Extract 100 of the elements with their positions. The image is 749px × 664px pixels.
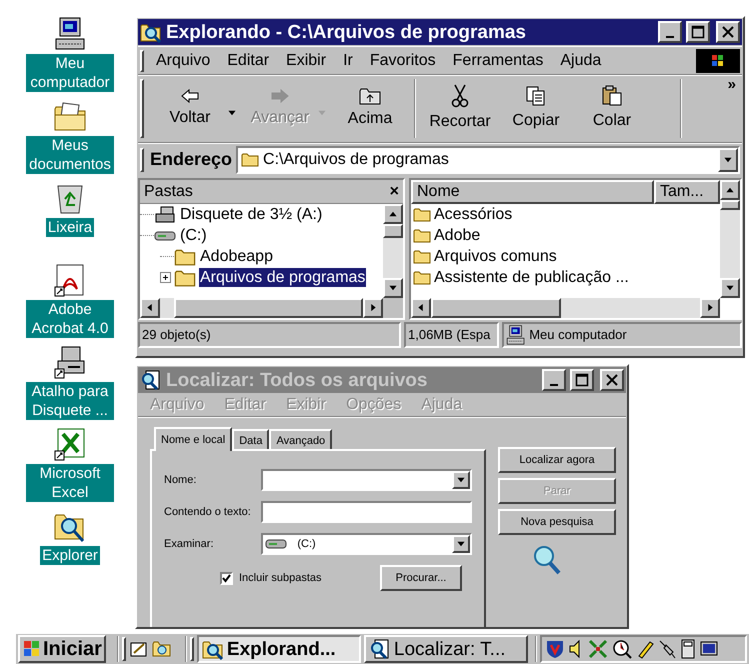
task-button[interactable]: Explorand... bbox=[196, 635, 361, 663]
calculator-icon[interactable] bbox=[680, 639, 696, 659]
close-pane-button[interactable]: × bbox=[390, 184, 399, 200]
scroll-down-button[interactable] bbox=[720, 278, 740, 298]
maximize-button[interactable] bbox=[686, 21, 710, 43]
maximize-button[interactable] bbox=[570, 369, 594, 391]
tree-item[interactable]: Adobeapp bbox=[199, 247, 274, 266]
horizontal-scrollbar[interactable] bbox=[411, 298, 720, 318]
scroll-up-button[interactable] bbox=[720, 180, 740, 200]
horizontal-scrollbar[interactable] bbox=[140, 298, 383, 318]
folder-icon bbox=[241, 152, 260, 167]
up-arrow-icon bbox=[726, 186, 734, 194]
scroll-thumb[interactable] bbox=[383, 224, 403, 238]
tree-item[interactable]: Disquete de 3½ (A:) bbox=[179, 205, 324, 224]
scroll-thumb[interactable] bbox=[431, 298, 561, 318]
desktop-icon-label[interactable]: Explorer bbox=[40, 546, 100, 565]
check-icon bbox=[222, 574, 231, 582]
menu-item[interactable]: Favoritos bbox=[370, 48, 436, 72]
dropdown-field[interactable]: (C:) bbox=[261, 533, 472, 555]
close-icon bbox=[605, 373, 619, 387]
folder-icon bbox=[413, 228, 431, 243]
shield-icon[interactable] bbox=[546, 639, 564, 659]
down-arrow-icon bbox=[726, 284, 734, 292]
dropdown-button[interactable] bbox=[718, 148, 738, 172]
field-label: Contendo o texto: bbox=[164, 504, 252, 520]
desktop-icon-label[interactable]: Meus documentos bbox=[26, 136, 114, 174]
minimize-icon bbox=[666, 36, 674, 38]
close-button[interactable] bbox=[600, 369, 624, 391]
expand-icon[interactable] bbox=[160, 272, 171, 283]
dropdown-button[interactable] bbox=[452, 471, 470, 489]
flag-logo-icon bbox=[711, 54, 725, 68]
scroll-left-button[interactable] bbox=[140, 298, 160, 318]
scroll-right-button[interactable] bbox=[363, 298, 383, 318]
column-header[interactable]: Tam... bbox=[654, 180, 720, 204]
address-field[interactable]: C:\Arquivos de programas bbox=[236, 146, 740, 174]
minimize-button[interactable] bbox=[542, 369, 566, 391]
desktop-icon-label[interactable]: Adobe Acrobat 4.0 bbox=[26, 300, 114, 338]
maximize-icon bbox=[691, 25, 705, 39]
action-button[interactable]: Nova pesquisa bbox=[498, 509, 616, 535]
plug-icon[interactable] bbox=[658, 639, 676, 659]
tab[interactable]: Avançado bbox=[269, 429, 332, 449]
checkbox[interactable] bbox=[220, 572, 233, 584]
action-button[interactable]: Localizar agora bbox=[498, 447, 616, 473]
menu-item[interactable]: Exibir bbox=[286, 48, 326, 72]
browse-button[interactable]: Procurar... bbox=[380, 565, 462, 591]
caret-icon bbox=[228, 109, 236, 117]
file-name[interactable]: Adobe bbox=[434, 224, 480, 248]
menu-item[interactable]: Editar bbox=[227, 48, 270, 72]
drive-icon bbox=[154, 230, 176, 242]
computer-icon bbox=[54, 17, 86, 51]
desktop-icon-label[interactable]: Lixeira bbox=[46, 218, 94, 237]
column-header[interactable]: Nome bbox=[411, 180, 654, 204]
menu-item[interactable]: Ajuda bbox=[560, 48, 602, 72]
right-arrow-icon bbox=[369, 304, 377, 312]
scroll-right-button[interactable] bbox=[700, 298, 720, 318]
document-magnifier-icon bbox=[368, 638, 391, 660]
tab[interactable]: Nome e local bbox=[154, 427, 232, 451]
window-title: Localizar: Todos os arquivos bbox=[166, 370, 428, 390]
toolbar-button[interactable]: Voltar bbox=[152, 75, 242, 142]
text-field[interactable] bbox=[261, 501, 472, 523]
menu-item[interactable]: Arquivo bbox=[156, 48, 210, 72]
toolbar-button[interactable]: Colar bbox=[574, 75, 650, 142]
toolbar-button[interactable]: Copiar bbox=[498, 75, 574, 142]
flag-logo-icon bbox=[22, 639, 42, 659]
more-chevron[interactable]: » bbox=[728, 75, 736, 142]
file-name[interactable]: Assistente de publicação ... bbox=[434, 266, 629, 290]
clock-magnifier-icon[interactable] bbox=[612, 639, 632, 659]
close-button[interactable] bbox=[716, 21, 740, 43]
file-name[interactable]: Acessórios bbox=[434, 202, 512, 226]
scroll-thumb[interactable] bbox=[720, 200, 740, 210]
minimize-button[interactable] bbox=[658, 21, 682, 43]
desktop-icon-label[interactable]: Microsoft Excel bbox=[26, 464, 114, 502]
desktop-icon-label[interactable]: Meu computador bbox=[26, 54, 114, 92]
toolbar-button[interactable]: Acima bbox=[332, 75, 408, 142]
tab[interactable]: Data bbox=[232, 429, 270, 449]
folder-magnifier-icon[interactable] bbox=[152, 639, 172, 659]
scroll-left-button[interactable] bbox=[411, 298, 431, 318]
start-button[interactable]: Iniciar bbox=[18, 635, 106, 663]
vertical-scrollbar[interactable] bbox=[720, 180, 740, 298]
dropdown-button[interactable] bbox=[452, 535, 470, 553]
status-section: 29 objeto(s) bbox=[138, 322, 401, 348]
tree-item[interactable]: Arquivos de programas bbox=[199, 268, 366, 287]
scroll-up-button[interactable] bbox=[383, 204, 403, 224]
vertical-scrollbar[interactable] bbox=[383, 204, 403, 298]
tree-item[interactable]: (C:) bbox=[179, 226, 208, 245]
toolbar-button[interactable]: Recortar bbox=[408, 75, 498, 142]
scissors-icon bbox=[451, 84, 469, 108]
scroll-thumb[interactable] bbox=[174, 298, 363, 318]
copy-icon bbox=[525, 84, 547, 106]
file-name[interactable]: Arquivos comuns bbox=[434, 244, 557, 268]
menu-item[interactable]: Ir bbox=[343, 48, 353, 72]
scroll-down-button[interactable] bbox=[383, 278, 403, 298]
left-arrow-icon bbox=[146, 304, 154, 312]
checkbox-label: Incluir subpastas bbox=[239, 570, 323, 586]
pen-icon[interactable] bbox=[636, 639, 654, 659]
desktop-icon-label[interactable]: Atalho para Disquete ... bbox=[26, 382, 114, 420]
menu-item[interactable]: Ferramentas bbox=[452, 48, 544, 72]
folder-icon bbox=[413, 270, 431, 285]
dropdown-field[interactable] bbox=[261, 469, 472, 491]
task-button[interactable]: Localizar: T... bbox=[364, 635, 528, 663]
